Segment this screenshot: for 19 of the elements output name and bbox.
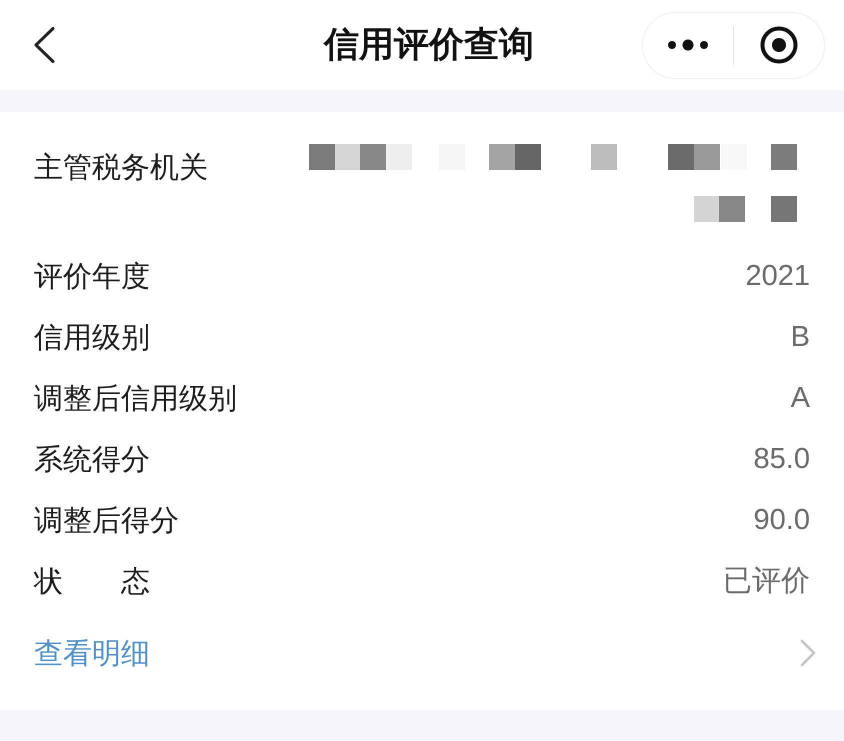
field-value: 2021 <box>745 258 810 294</box>
back-button[interactable] <box>33 27 55 63</box>
circled-dot-icon <box>760 26 798 64</box>
field-label: 信用级别 <box>34 318 150 356</box>
field-value: 90.0 <box>754 502 810 538</box>
field-label: 状 态 <box>34 562 150 600</box>
field-value: 85.0 <box>754 442 810 476</box>
field-label: 系统得分 <box>34 440 150 478</box>
field-value: B <box>790 320 810 354</box>
field-value: A <box>790 380 810 416</box>
page-title: 信用评价查询 <box>324 24 534 67</box>
field-value: 已评价 <box>723 564 810 598</box>
field-label: 评价年度 <box>34 258 150 294</box>
chevron-left-icon <box>33 27 55 63</box>
field-label: 调整后信用级别 <box>34 380 237 416</box>
field-label: 主管税务机关 <box>34 149 208 186</box>
more-dots-icon <box>668 39 708 51</box>
field-label: 调整后得分 <box>34 502 179 538</box>
view-details-link[interactable]: 查看明细 <box>34 632 150 672</box>
